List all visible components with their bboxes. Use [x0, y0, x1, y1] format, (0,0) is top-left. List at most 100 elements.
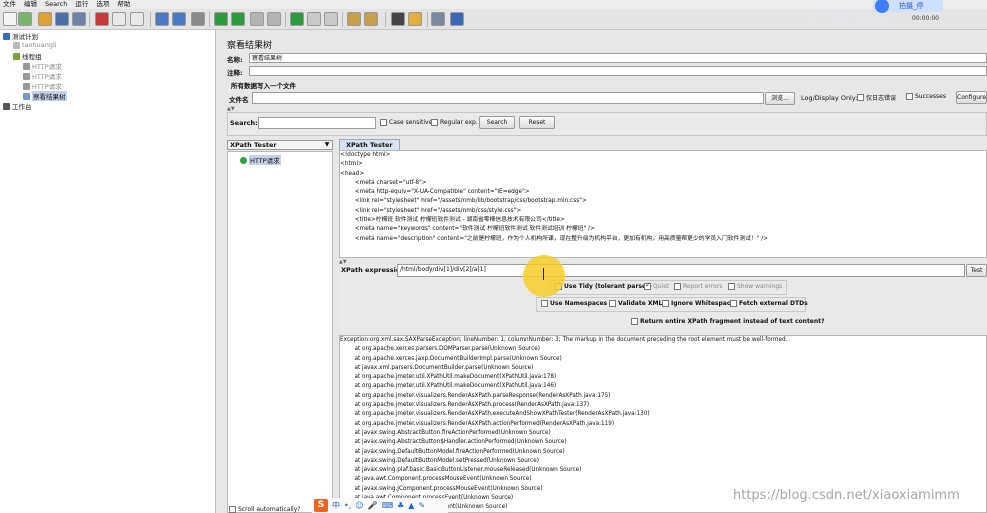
sogou-icon[interactable]: S [314, 499, 328, 512]
menu-item-3[interactable]: 运行 [75, 0, 88, 9]
ime-toolbar[interactable]: S 中 •, ☺ 🎤 ⌨ ♣ ▲ ✎ [312, 498, 448, 513]
emoji-icon[interactable]: ☺ [355, 501, 363, 510]
search-button[interactable]: Search [479, 116, 515, 129]
menu-item-5[interactable]: 帮助 [117, 0, 130, 9]
tree-item-label: 工作台 [12, 103, 32, 111]
remote-shutdown-icon[interactable] [324, 12, 338, 26]
xpath-test-button[interactable]: Test [966, 264, 987, 277]
recording-chip[interactable]: 拍摄_停 [873, 0, 943, 13]
use-namespaces-checkbox[interactable]: Use Namespaces [541, 300, 607, 307]
fetch-dtds-box[interactable] [730, 300, 737, 307]
quiet-checkbox[interactable]: Quiet [644, 281, 669, 290]
scroll-auto-box[interactable] [229, 506, 236, 513]
name-field[interactable]: 察看结果树 [249, 53, 987, 63]
paste-icon[interactable] [130, 12, 144, 26]
use-namespaces-box[interactable] [541, 300, 548, 307]
tree-item[interactable]: 察看结果树 [23, 91, 67, 101]
validate-xml-box[interactable] [609, 300, 616, 307]
case-sensitive-checkbox[interactable]: Case sensitive [380, 119, 432, 126]
view-results-tree-panel: 察看结果树 名称: 察看结果树 注释: 所有数据写入一个文件 文件名 浏览...… [219, 30, 987, 513]
errors-checkbox[interactable]: 仅日志错误 [857, 93, 896, 102]
ignore-whitespace-box[interactable] [662, 300, 669, 307]
menu-item-0[interactable]: 文件 [3, 0, 16, 9]
cut-icon[interactable] [95, 12, 109, 26]
show-warnings-checkbox[interactable]: Show warnings [728, 283, 782, 290]
regex-checkbox[interactable]: Regular exp. [431, 119, 478, 126]
report-errors-box[interactable] [674, 283, 681, 290]
tree-item[interactable]: HTTP请求 [23, 71, 62, 81]
collapse-icon[interactable] [172, 12, 186, 26]
tree-item[interactable]: HTTP请求 [23, 81, 62, 91]
start-no-pause-icon[interactable] [231, 12, 245, 26]
save-icon[interactable] [55, 12, 69, 26]
page-title: 察看结果树 [227, 41, 273, 51]
tree-item[interactable]: 工作台 [3, 101, 32, 111]
open-icon[interactable] [38, 12, 52, 26]
renderer-select[interactable]: XPath Tester ▼ [227, 140, 333, 150]
return-fragment-box[interactable] [631, 318, 638, 325]
sample-result-item[interactable]: HTTP请求 [240, 155, 281, 165]
tree-item[interactable]: HTTP请求 [23, 61, 62, 71]
regex-label: Regular exp. [440, 119, 478, 126]
stop-icon[interactable] [250, 12, 264, 26]
shirt-icon[interactable]: ▲ [408, 501, 414, 510]
menu-item-4[interactable]: 选项 [96, 0, 109, 9]
remote-stop-icon[interactable] [307, 12, 321, 26]
copy-icon[interactable] [112, 12, 126, 26]
quiet-box[interactable] [644, 281, 651, 290]
http-sampler-icon [23, 62, 30, 70]
skin-icon[interactable]: ♣ [397, 501, 404, 510]
errors-check-box[interactable] [857, 94, 864, 101]
search-input[interactable] [258, 117, 376, 129]
reset-search-icon[interactable] [408, 12, 422, 26]
clear-all-icon[interactable] [364, 12, 378, 26]
function-helper-icon[interactable] [431, 12, 445, 26]
successes-check-box[interactable] [906, 93, 913, 100]
fetch-dtds-checkbox[interactable]: Fetch external DTDs [730, 300, 808, 307]
shutdown-icon[interactable] [267, 12, 281, 26]
successes-checkbox[interactable]: Successes [906, 93, 946, 100]
xpath-input[interactable]: /html/body/div[1]/div[2]/a[1] [397, 264, 965, 277]
tab-xpath-tester[interactable]: XPath Tester [339, 139, 400, 150]
validate-xml-checkbox[interactable]: Validate XML [609, 300, 662, 307]
tree-item[interactable]: 测试计划 [3, 31, 38, 41]
filename-input[interactable] [252, 92, 764, 104]
use-tidy-checkbox[interactable]: Use Tidy (tolerant parser) [555, 283, 652, 290]
remote-start-icon[interactable] [290, 12, 304, 26]
case-sensitive-box[interactable] [380, 119, 387, 126]
toggle-icon[interactable] [191, 12, 205, 26]
comment-field[interactable] [249, 66, 987, 76]
configure-button[interactable]: Configure [956, 91, 987, 104]
new-icon[interactable] [3, 12, 17, 26]
mic-icon[interactable]: 🎤 [368, 501, 378, 510]
search-icon[interactable] [391, 12, 405, 26]
toolbar-separator [342, 12, 343, 27]
keyboard-icon[interactable]: ⌨ [382, 501, 394, 510]
scroll-auto-checkbox[interactable]: Scroll automatically? [229, 506, 300, 513]
punctuation-icon[interactable]: •, [344, 501, 351, 510]
response-source[interactable]: <!doctype html> <html> <head> <meta charse… [339, 150, 987, 258]
report-errors-checkbox[interactable]: Report errors [674, 283, 722, 290]
template-icon[interactable] [18, 12, 32, 26]
browse-button[interactable]: 浏览... [765, 92, 795, 105]
show-warnings-box[interactable] [728, 283, 735, 290]
ime-mode-label[interactable]: 中 [332, 500, 340, 511]
tools-icon[interactable]: ✎ [418, 501, 425, 510]
chevron-down-icon[interactable]: ▼ [323, 141, 331, 149]
clear-icon[interactable] [347, 12, 361, 26]
return-fragment-checkbox[interactable]: Return entire XPath fragment instead of … [631, 318, 825, 325]
reset-button[interactable]: Reset [519, 116, 555, 129]
expand-icon[interactable] [155, 12, 169, 26]
menu-item-2[interactable]: Search [45, 0, 67, 9]
regex-box[interactable] [431, 119, 438, 126]
output-line: at javax.swing.DefaultButtonModel.setPre… [340, 457, 539, 464]
tree-item[interactable]: 线程组 [13, 51, 42, 61]
xpath-result-output[interactable]: Exception:org.xml.sax.SAXParseException;… [339, 335, 987, 513]
save-as-icon[interactable] [72, 12, 86, 26]
http-sampler-icon [23, 72, 30, 80]
tree-item[interactable]: taohuangli [13, 41, 57, 49]
start-icon[interactable] [214, 12, 228, 26]
help-icon[interactable] [450, 12, 464, 26]
menu-item-1[interactable]: 编辑 [24, 0, 37, 9]
ignore-whitespace-checkbox[interactable]: Ignore Whitespace [662, 300, 734, 307]
